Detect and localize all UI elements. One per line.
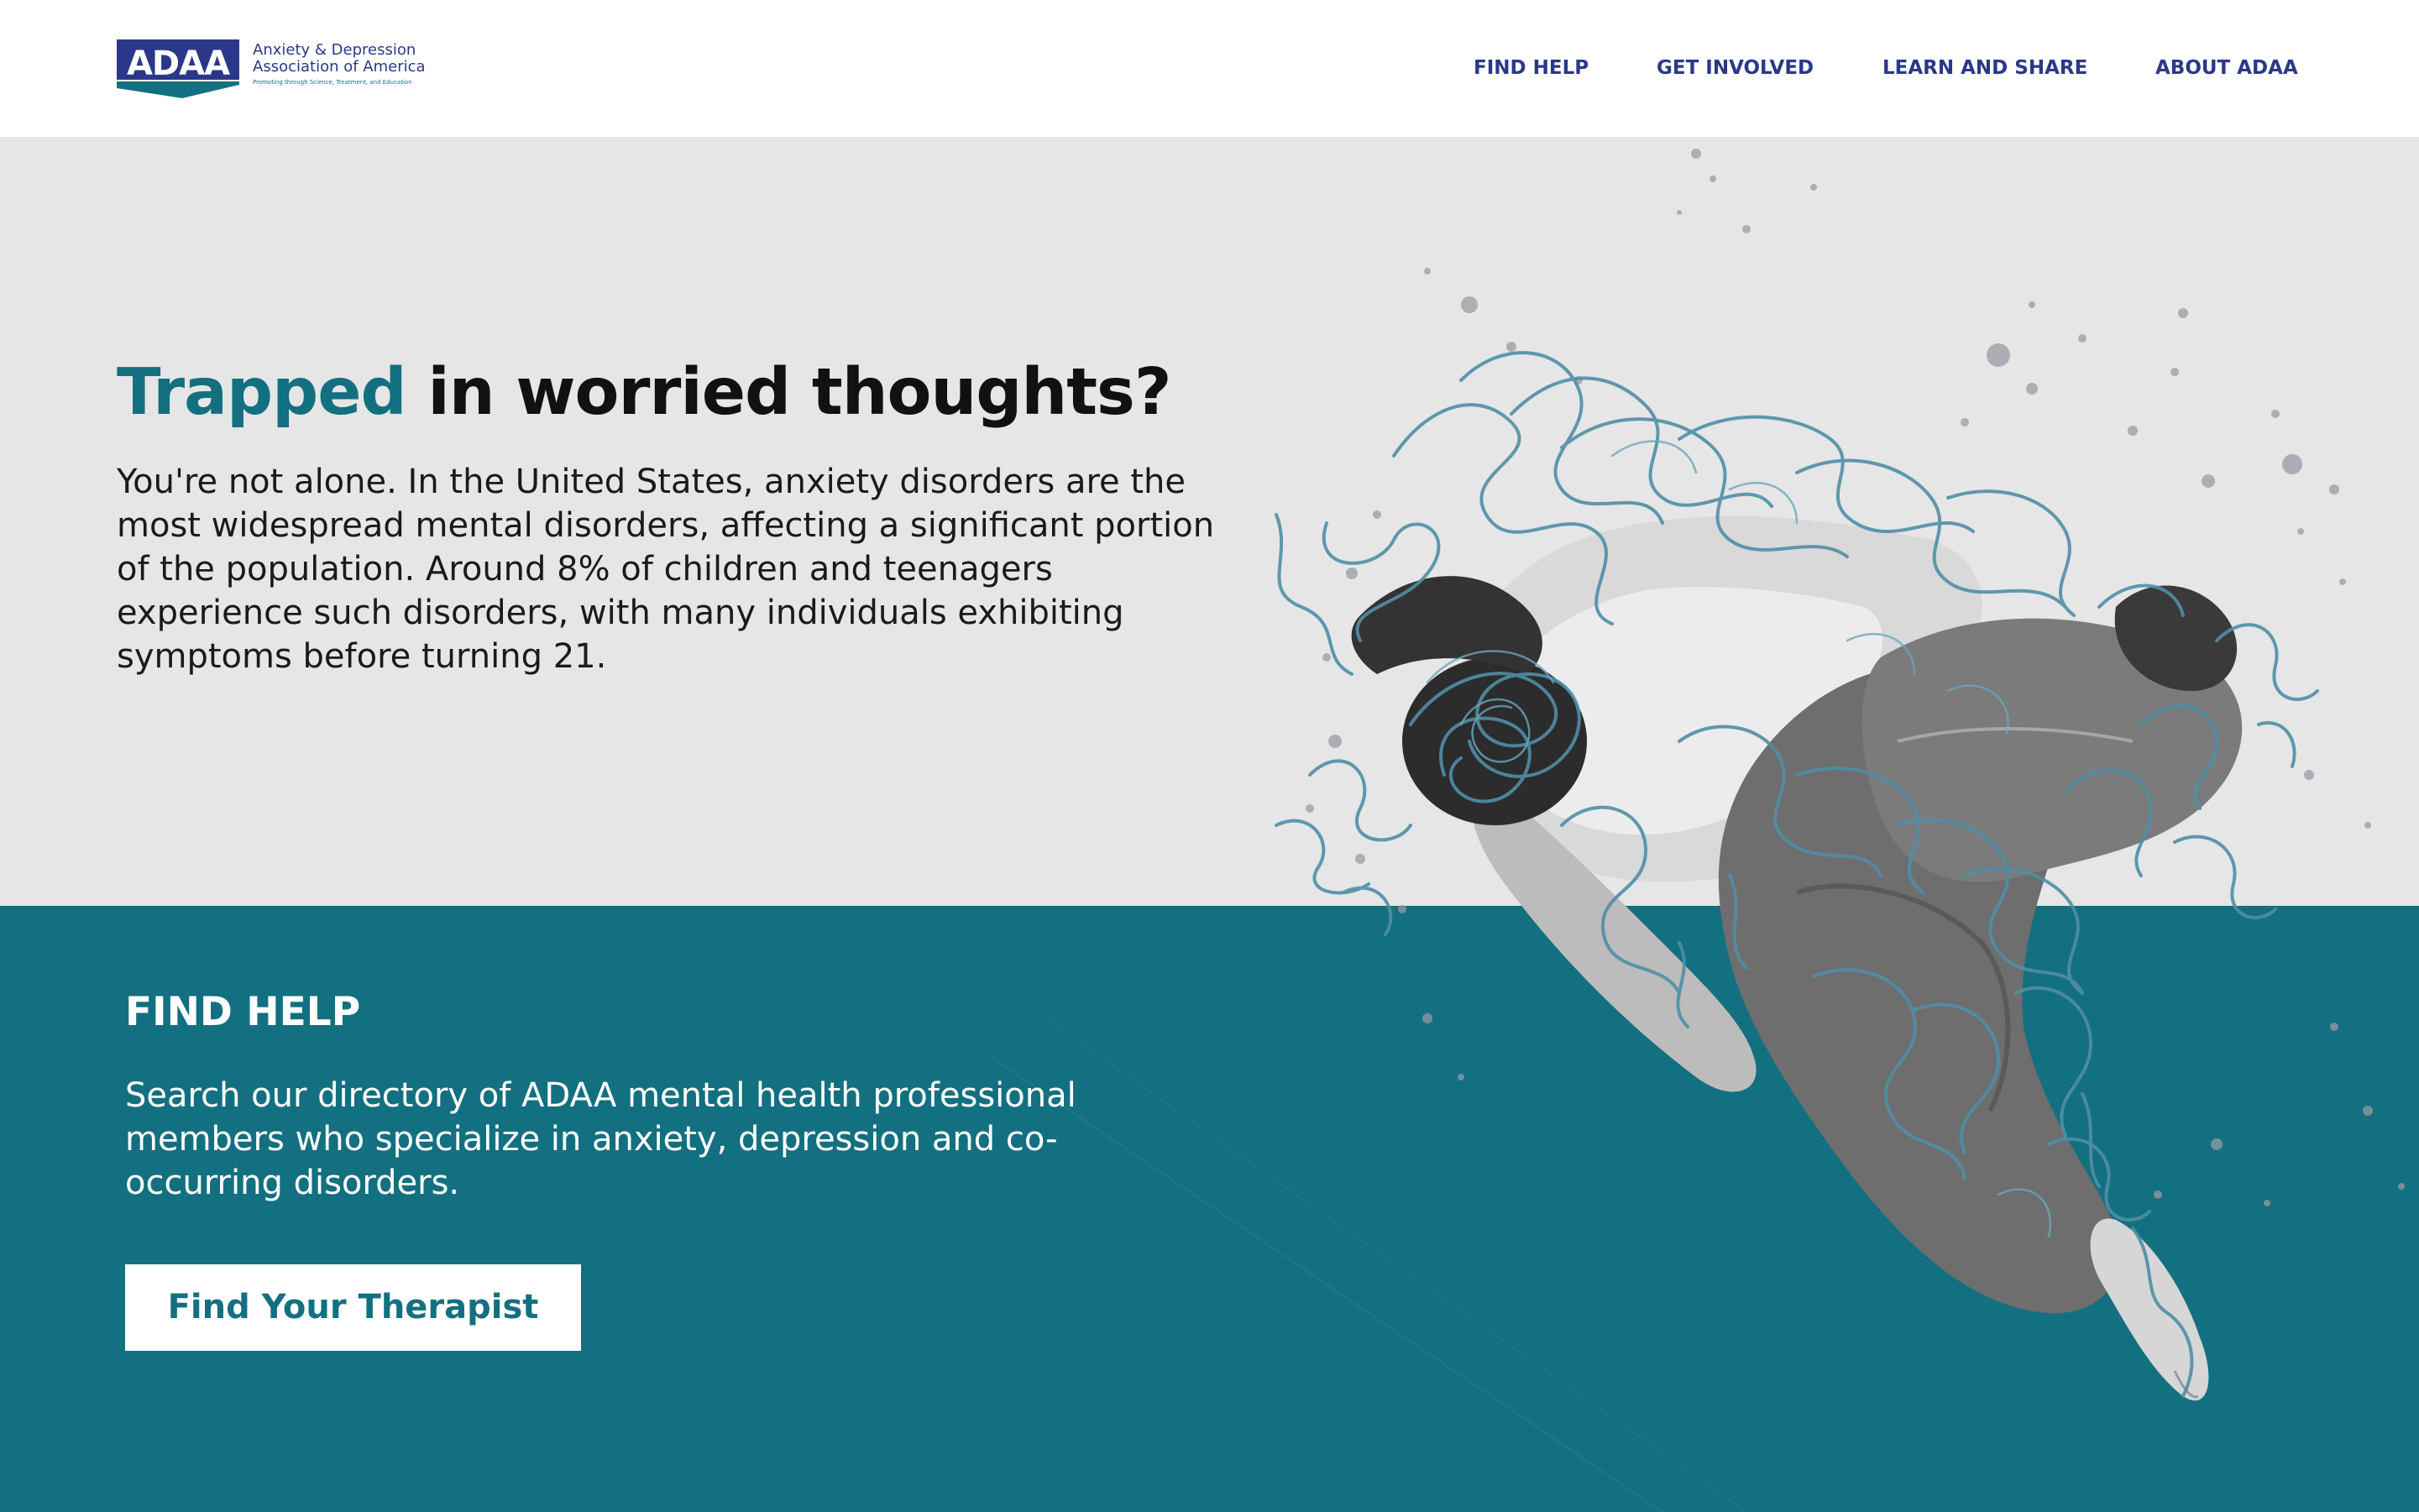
adaa-logo[interactable]: ADAA Anxiety & Depression Association of… [117,38,426,101]
nav-about-adaa[interactable]: ABOUT ADAA [2155,55,2298,81]
hero-body-text: You're not alone. In the United States, … [117,463,1215,676]
hero-headline: Trapped in worried thoughts? [117,343,1172,443]
nav-get-involved[interactable]: GET INVOLVED [1657,55,1814,81]
find-help-description: Search our directory of ADAA mental heal… [125,1076,1076,1202]
hero-headline-rest: in worried thoughts? [406,355,1171,430]
logo-name-line2: Association of America [253,58,426,76]
site-header: ADAA Anxiety & Depression Association of… [0,0,2419,137]
logo-name-line1: Anxiety & Depression [253,41,416,59]
find-your-therapist-button[interactable]: Find Your Therapist [125,1264,581,1351]
find-help-title: FIND HELP [125,989,361,1035]
hero-headline-accent: Trapped [117,355,407,430]
logo-abbr: ADAA [126,44,230,83]
person-curled-up-with-scribbles-icon [1275,149,2405,1401]
nav-find-help[interactable]: FIND HELP [1474,55,1589,81]
logo-tagline: Promoting through Science, Treatment, an… [253,79,412,86]
nav-learn-and-share[interactable]: LEARN AND SHARE [1882,55,2087,81]
